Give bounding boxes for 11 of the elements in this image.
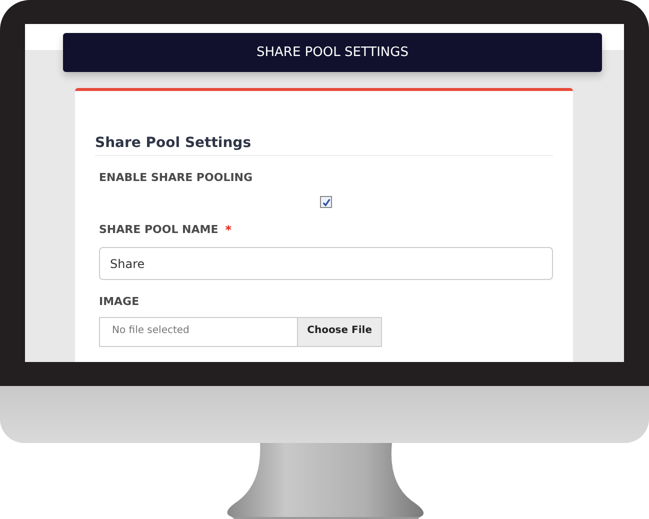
- file-status: No file selected: [111, 324, 190, 338]
- field-label: ENABLE SHARE POOLING: [99, 171, 253, 184]
- required-mark: *: [225, 223, 232, 237]
- field-label: IMAGE: [99, 295, 140, 308]
- field-label: SHARE POOL NAME: [99, 223, 218, 237]
- file-field[interactable]: No file selected Choose File: [99, 317, 382, 347]
- section-title: Share Pool Settings: [95, 135, 553, 156]
- input-field[interactable]: Share: [99, 247, 553, 280]
- page-title: SHARE POOL SETTINGS: [256, 45, 408, 60]
- choose-file-button[interactable]: Choose File: [297, 318, 381, 346]
- checkbox[interactable]: [320, 196, 332, 208]
